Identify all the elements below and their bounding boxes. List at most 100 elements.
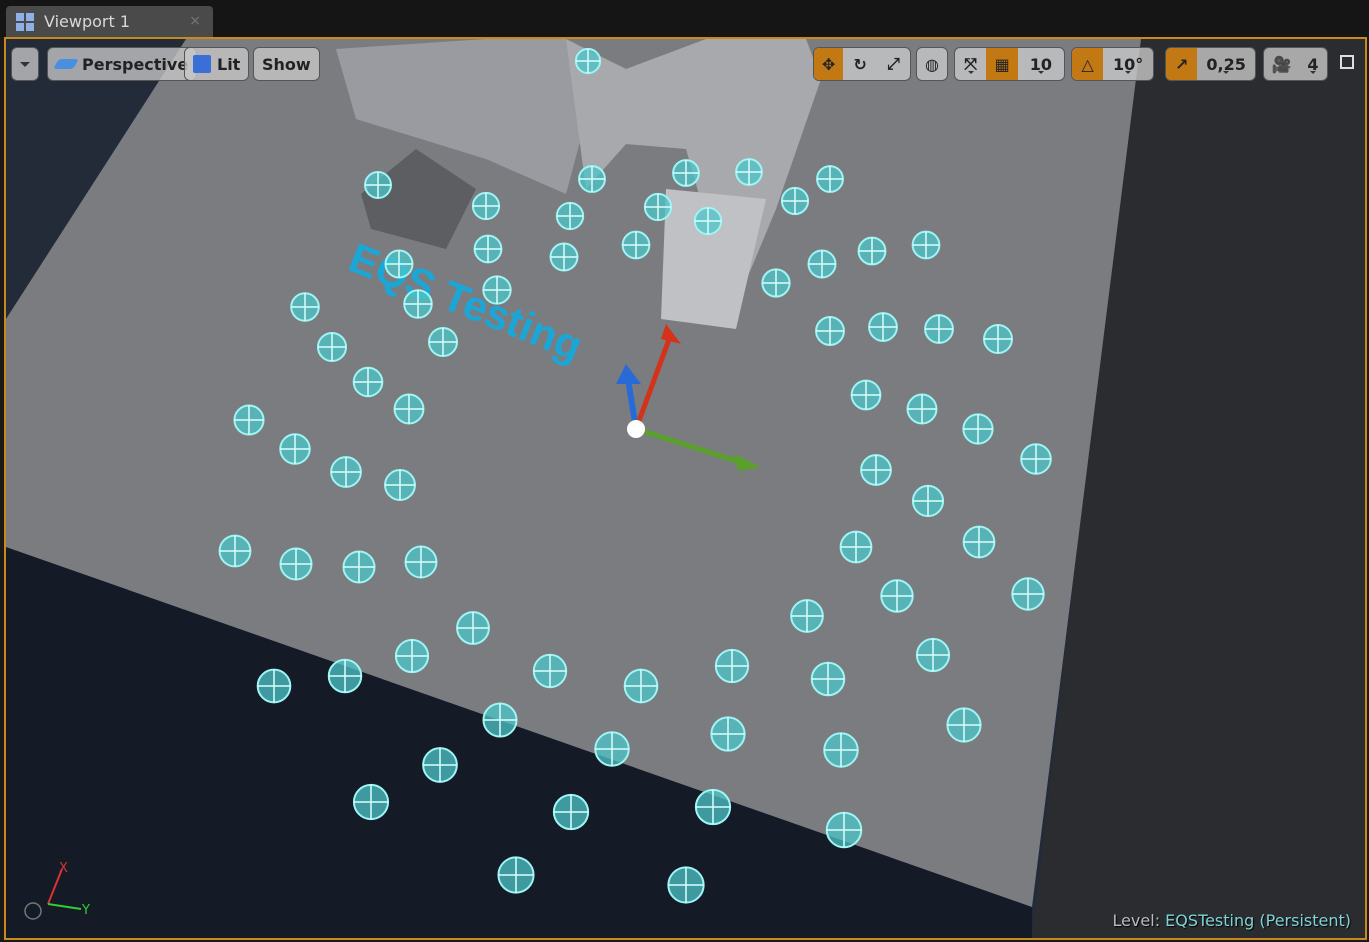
scene-canvas[interactable]: EQS Testing X Y [6, 39, 1367, 940]
eqs-marker [807, 249, 837, 279]
scale-mode-button[interactable]: ⤢ [877, 48, 910, 80]
eqs-marker [1011, 577, 1045, 611]
eqs-marker [384, 469, 416, 501]
scale-snap-group: ↗ 0,25 [1165, 47, 1256, 81]
perspective-button[interactable]: Perspective [47, 47, 198, 81]
level-indicator: Level: EQSTesting (Persistent) [1112, 911, 1351, 930]
eqs-marker [497, 856, 535, 894]
eqs-marker [456, 611, 490, 645]
eqs-marker [839, 530, 873, 564]
eqs-marker [710, 716, 746, 752]
eqs-marker [868, 312, 898, 342]
eqs-marker [279, 547, 313, 581]
eqs-marker [393, 393, 425, 425]
eqs-marker [594, 731, 630, 767]
globe-icon: ◍ [925, 54, 939, 74]
eqs-marker [352, 783, 390, 821]
close-icon[interactable]: × [189, 13, 201, 29]
eqs-marker [482, 702, 518, 738]
eqs-marker [946, 707, 982, 743]
eqs-marker [621, 230, 651, 260]
perspective-icon [53, 59, 79, 69]
eqs-marker [473, 234, 503, 264]
eqs-marker [403, 289, 433, 319]
viewport[interactable]: EQS Testing X Y Perspective Lit Show ✥ ↻… [4, 37, 1367, 940]
eqs-marker [694, 788, 732, 826]
world-local-button[interactable]: ◍ [916, 47, 948, 81]
eqs-marker [983, 324, 1013, 354]
eqs-marker [384, 249, 414, 279]
eqs-marker [816, 165, 844, 193]
eqs-marker [233, 404, 265, 436]
eqs-marker [352, 366, 384, 398]
viewport-options-button[interactable] [11, 47, 39, 81]
perspective-label: Perspective [82, 54, 189, 74]
camera-speed-value: 4 [1299, 48, 1327, 80]
lit-button[interactable]: Lit [184, 47, 250, 81]
axis-x-label: X [59, 861, 68, 876]
eqs-marker [823, 732, 859, 768]
eqs-marker [256, 668, 292, 704]
eqs-marker [780, 186, 810, 216]
eqs-marker [761, 268, 791, 298]
eqs-marker [482, 275, 512, 305]
surface-snap-button[interactable]: ⤧ [955, 48, 986, 80]
eqs-marker [549, 242, 579, 272]
rotation-snap-toggle[interactable]: △ [1072, 48, 1104, 80]
eqs-marker [330, 456, 362, 488]
eqs-marker [880, 579, 914, 613]
eqs-marker [364, 171, 392, 199]
rotate-mode-button[interactable]: ↻ [843, 48, 876, 80]
chevron-down-icon [20, 61, 30, 72]
eqs-marker [218, 534, 252, 568]
gizmo-pivot [627, 420, 645, 438]
lit-cube-icon [193, 55, 211, 73]
eqs-marker [962, 525, 996, 559]
eqs-marker [850, 379, 882, 411]
eqs-marker [532, 653, 568, 689]
eqs-marker [1020, 443, 1052, 475]
scale-snap-value[interactable]: 0,25 [1197, 48, 1255, 80]
show-label: Show [262, 54, 311, 74]
grid-snap-value[interactable]: 10 [1018, 48, 1064, 80]
eqs-marker [962, 413, 994, 445]
eqs-marker [825, 811, 863, 849]
eqs-marker [574, 47, 602, 75]
camera-icon: 🎥 [1271, 54, 1292, 74]
eqs-marker [672, 159, 700, 187]
eqs-marker [552, 793, 590, 831]
show-button[interactable]: Show [253, 47, 320, 81]
eqs-marker [422, 747, 458, 783]
tab-viewport[interactable]: Viewport 1 × [6, 6, 213, 37]
level-label: Level: [1112, 911, 1161, 930]
eqs-marker [578, 165, 606, 193]
tab-bar: Viewport 1 × [0, 0, 1369, 37]
transform-mode-group: ✥ ↻ ⤢ [813, 47, 911, 81]
eqs-marker [815, 316, 845, 346]
eqs-marker [342, 550, 376, 584]
eqs-marker [735, 158, 763, 186]
eqs-marker [906, 393, 938, 425]
eqs-marker [471, 191, 501, 221]
rotation-snap-value[interactable]: 10° [1103, 48, 1153, 80]
eqs-marker [924, 314, 954, 344]
maximize-icon[interactable] [1340, 55, 1354, 69]
translate-mode-button[interactable]: ✥ [814, 48, 844, 80]
rotation-snap-group: △ 10° [1071, 47, 1154, 81]
eqs-marker [643, 192, 673, 222]
eqs-marker [290, 292, 320, 322]
axis-y-label: Y [81, 903, 90, 918]
eqs-marker [316, 331, 348, 363]
eqs-marker [427, 326, 459, 358]
camera-speed-button[interactable]: 🎥 4 [1263, 47, 1328, 81]
level-name: EQSTesting (Persistent) [1165, 911, 1351, 930]
lit-label: Lit [217, 54, 241, 74]
eqs-marker [327, 658, 363, 694]
eqs-marker [623, 668, 659, 704]
grid-snap-toggle[interactable]: ▦ [986, 48, 1018, 80]
eqs-marker [693, 206, 723, 236]
scale-snap-toggle[interactable]: ↗ [1166, 48, 1198, 80]
eqs-marker [915, 637, 951, 673]
eqs-marker [279, 433, 311, 465]
grid-snap-group: ⤧ ▦ 10 [954, 47, 1065, 81]
